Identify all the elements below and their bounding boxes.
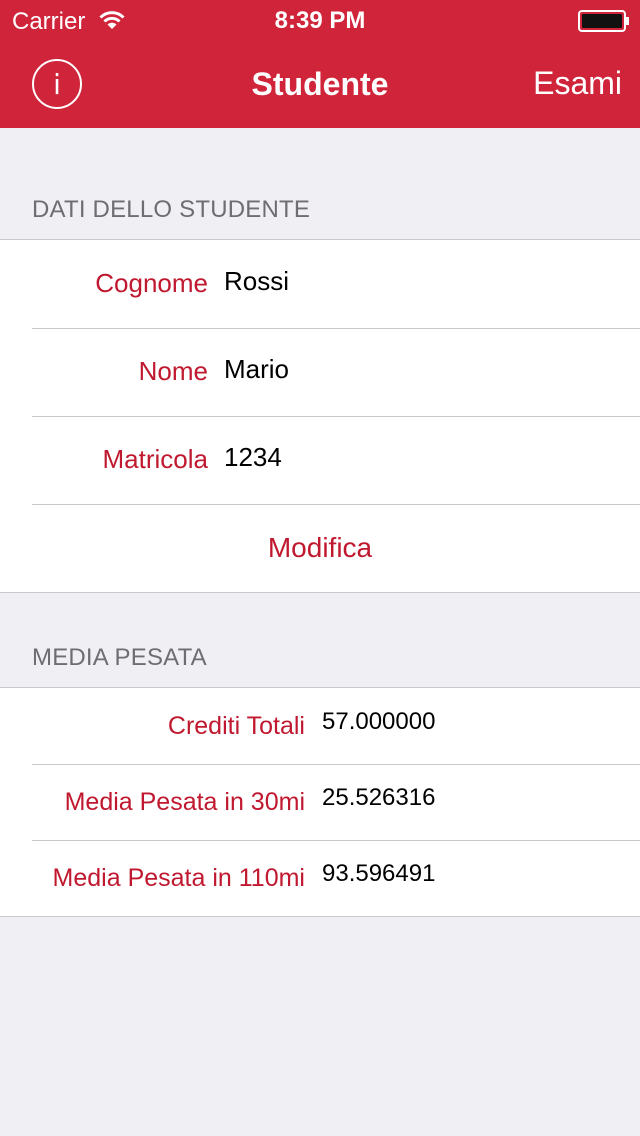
- name-value: Mario: [224, 354, 290, 384]
- total-credits-value: 57.000000: [322, 708, 436, 735]
- navigation-header: Carrier 8:39 PM i Studente Esami: [0, 0, 640, 128]
- name-row: Nome Mario: [0, 328, 640, 416]
- average-110-value: 93.596491: [322, 860, 436, 887]
- average-110-row: Media Pesata in 110mi 93.596491: [0, 840, 640, 916]
- surname-row: Cognome Rossi: [0, 240, 640, 328]
- student-id-value: 1234: [224, 442, 282, 472]
- student-id-label: Matricola: [102, 444, 208, 474]
- student-section-header: DATI DELLO STUDENTE: [32, 196, 311, 223]
- average-30-label: Media Pesata in 30mi: [64, 788, 305, 816]
- surname-value: Rossi: [224, 266, 290, 296]
- total-credits-label: Crediti Totali: [167, 712, 305, 740]
- exams-button[interactable]: Esami: [533, 65, 622, 102]
- edit-row[interactable]: Modifica: [0, 504, 640, 592]
- status-bar: Carrier 8:39 PM: [0, 0, 640, 40]
- student-data-group: Cognome Rossi Nome Mario Matricola 1234 …: [0, 239, 640, 593]
- average-section-header: MEDIA PESATA: [32, 644, 207, 671]
- battery-icon: [578, 10, 629, 32]
- edit-button[interactable]: Modifica: [0, 532, 640, 564]
- total-credits-row: Crediti Totali 57.000000: [0, 688, 640, 764]
- surname-label: Cognome: [95, 268, 208, 298]
- average-110-label: Media Pesata in 110mi: [52, 864, 305, 892]
- weighted-average-group: Crediti Totali 57.000000 Media Pesata in…: [0, 687, 640, 917]
- status-time: 8:39 PM: [274, 7, 366, 34]
- name-label: Nome: [138, 356, 208, 386]
- average-30-value: 25.526316: [322, 784, 436, 811]
- student-id-row: Matricola 1234: [0, 416, 640, 504]
- average-30-row: Media Pesata in 30mi 25.526316: [0, 764, 640, 840]
